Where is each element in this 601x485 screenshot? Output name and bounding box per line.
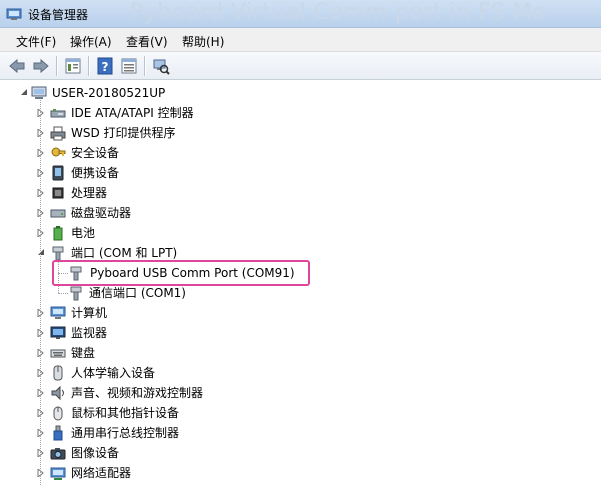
camera-icon [50,448,66,460]
category-expand-toggle[interactable] [37,149,45,157]
category-label: 处理器 [71,186,108,200]
tree-category[interactable]: IDE ATA/ATAPI 控制器 [0,103,601,123]
tree-root-label: USER-20180521UP [52,86,166,100]
back-icon[interactable] [8,57,26,75]
category-label: WSD 打印提供程序 [71,126,176,140]
tree-category[interactable]: 监视器 [0,323,601,343]
category-label: 鼠标和其他指针设备 [71,406,180,420]
tree-category[interactable]: 人体学输入设备 [0,363,601,383]
tree-category[interactable]: 网络适配器 [0,463,601,483]
category-expand-toggle[interactable] [37,429,45,437]
tree-category[interactable]: 鼠标和其他指针设备 [0,403,601,423]
computer-icon [50,306,66,319]
forward-icon[interactable] [32,57,50,75]
speaker-icon [51,385,64,401]
tree-category[interactable]: 通用串行总线控制器 [0,423,601,443]
tree-category[interactable]: 安全设备 [0,143,601,163]
network-adapter-icon [50,467,66,480]
category-expand-toggle[interactable] [37,469,45,477]
printer-icon [50,126,66,141]
battery-icon [53,226,63,241]
category-label: 键盘 [71,346,96,360]
category-expand-toggle[interactable] [37,449,45,457]
category-expand-toggle[interactable] [37,409,45,417]
toolbar-separator [56,56,58,76]
category-expand-toggle[interactable] [37,189,45,197]
toolbar: ? [0,52,601,80]
category-label: 声音、视频和游戏控制器 [71,386,204,400]
properties-icon[interactable] [64,57,82,75]
toolbar-separator [144,56,146,76]
window-title: 设备管理器 [28,8,89,22]
category-expand-toggle[interactable] [37,209,45,217]
menu-action[interactable]: 操作(A) [70,33,112,50]
root-collapse-toggle[interactable] [20,89,28,97]
highlight-box [52,260,310,286]
category-label: 计算机 [71,306,108,320]
category-label: IDE ATA/ATAPI 控制器 [71,106,194,120]
category-label: 电池 [71,226,96,240]
category-expand-toggle[interactable] [37,129,45,137]
toolbar-separator [88,56,90,76]
tree-category[interactable]: 键盘 [0,343,601,363]
category-expand-toggle[interactable] [37,249,45,257]
menu-view[interactable]: 查看(V) [126,33,168,50]
help-icon[interactable]: ? [96,57,114,75]
title-bar: 设备管理器 Pyboard Virtual Comm port in FS Mo [0,0,601,28]
menu-help[interactable]: 帮助(H) [182,33,224,50]
category-label: 便携设备 [71,166,120,180]
processor-icon [52,187,64,199]
category-expand-toggle[interactable] [37,309,45,317]
category-label: 网络适配器 [71,466,132,480]
tree-connector [40,100,41,485]
menu-bar: 文件(F) 操作(A) 查看(V) 帮助(H) [0,28,601,52]
category-expand-toggle[interactable] [37,389,45,397]
monitor-icon [50,326,66,339]
category-expand-toggle[interactable] [37,109,45,117]
category-label: 通用串行总线控制器 [71,426,180,440]
tree-root[interactable]: USER-20180521UP [0,83,601,103]
category-label: 安全设备 [71,146,120,160]
tree-category[interactable]: 便携设备 [0,163,601,183]
device-label: 通信端口 (COM1) [89,286,186,300]
tree-category[interactable]: 磁盘驱动器 [0,203,601,223]
category-expand-toggle[interactable] [37,329,45,337]
tree-category[interactable]: 计算机 [0,303,601,323]
computer-root-icon [31,86,47,99]
view-icon[interactable] [120,57,138,75]
tree-category[interactable]: WSD 打印提供程序 [0,123,601,143]
keyboard-icon [50,349,66,358]
category-expand-toggle[interactable] [37,369,45,377]
scan-hardware-icon[interactable] [152,57,170,75]
usb-icon [53,425,63,441]
device-manager-icon [6,8,22,20]
category-label: 图像设备 [71,446,120,460]
menu-file[interactable]: 文件(F) [16,33,56,50]
port-icon [70,286,82,301]
svg-text:?: ? [102,60,109,74]
category-label: 监视器 [71,326,108,340]
port-icon [52,246,64,261]
tree-connector [58,293,68,294]
device-item[interactable]: 通信端口 (COM1) [0,283,601,303]
tree-category[interactable]: 电池 [0,223,601,243]
disk-drive-icon [50,209,66,218]
category-expand-toggle[interactable] [37,349,45,357]
ide-controller-icon [50,109,66,118]
portable-device-icon [52,165,64,181]
mouse-icon [53,406,63,421]
hid-icon [53,365,63,381]
category-expand-toggle[interactable] [37,169,45,177]
category-expand-toggle[interactable] [37,229,45,237]
tree-category[interactable]: 声音、视频和游戏控制器 [0,383,601,403]
tree-category[interactable]: 图像设备 [0,443,601,463]
background-window-title: Pyboard Virtual Comm port in FS Mo [130,0,547,25]
security-key-icon [51,147,66,157]
tree-category[interactable]: 处理器 [0,183,601,203]
category-label: 磁盘驱动器 [71,206,132,220]
category-label: 人体学输入设备 [71,366,156,380]
